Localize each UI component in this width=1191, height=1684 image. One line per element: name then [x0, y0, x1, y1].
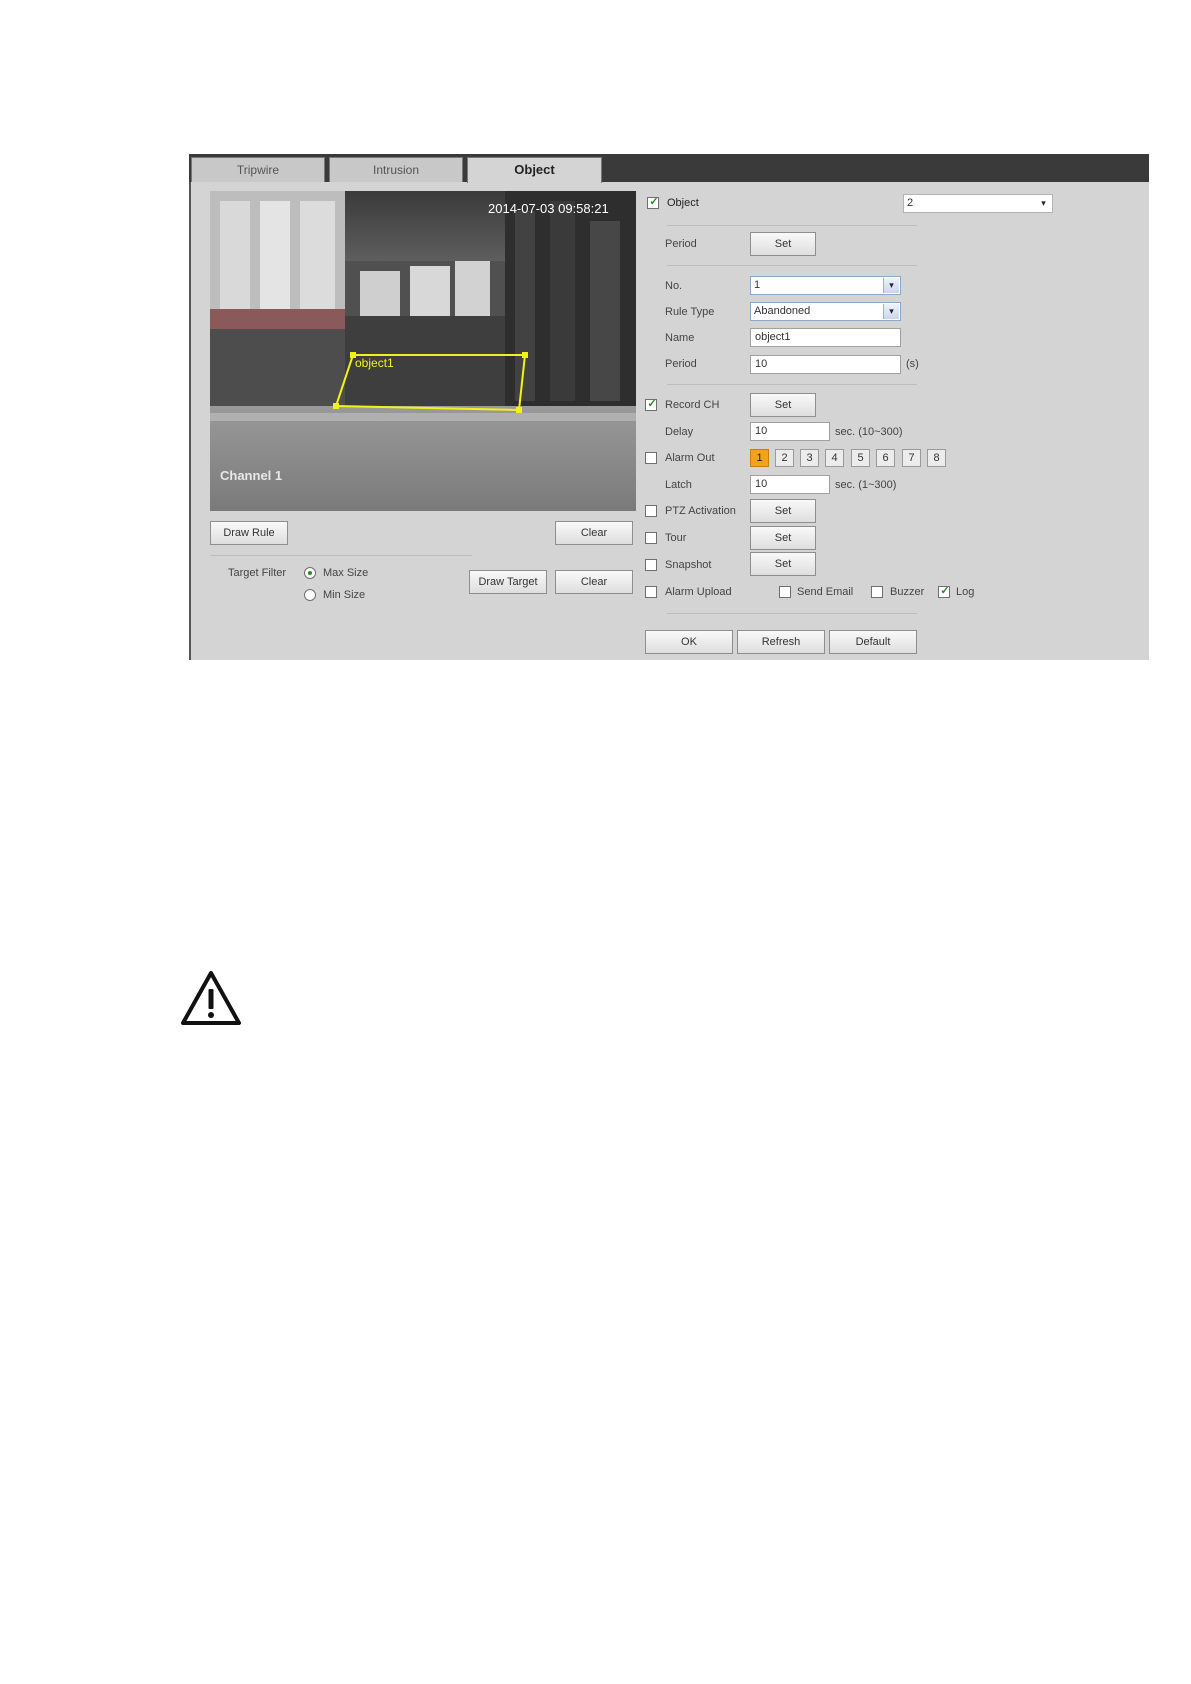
alarm-out-label: Alarm Out — [665, 452, 715, 464]
snapshot-set-button[interactable]: Set — [750, 552, 816, 576]
period-label: Period — [665, 358, 697, 370]
min-size-radio[interactable] — [304, 589, 316, 601]
max-size-radio[interactable] — [304, 567, 316, 579]
default-button[interactable]: Default — [829, 630, 917, 654]
ptz-activation-checkbox[interactable] — [645, 505, 657, 517]
alarm-upload-label: Alarm Upload — [665, 586, 732, 598]
log-checkbox[interactable]: ✓ — [938, 585, 950, 598]
draw-target-button[interactable]: Draw Target — [469, 570, 547, 594]
divider — [210, 555, 472, 556]
video-preview[interactable]: 2014-07-03 09:58:21 object1 Channel 1 — [210, 191, 636, 511]
tour-set-button[interactable]: Set — [750, 526, 816, 550]
delay-hint: sec. (10~300) — [835, 426, 903, 438]
divider — [667, 384, 917, 385]
camera-scene — [210, 191, 636, 511]
send-email-checkbox[interactable] — [779, 586, 791, 598]
object-select[interactable]: 2 ▾ — [903, 194, 1053, 213]
ptz-set-button[interactable]: Set — [750, 499, 816, 523]
log-label: Log — [956, 586, 975, 598]
no-label: No. — [665, 280, 683, 292]
alarm-out-channel-6[interactable]: 6 — [876, 449, 895, 467]
target-filter-label: Target Filter — [228, 567, 287, 579]
ptz-activation-label: PTZ Activation — [665, 505, 736, 517]
rule-type-select[interactable]: Abandoned ▾ — [750, 302, 901, 321]
rule-handle — [516, 407, 522, 413]
warning-triangle-icon — [180, 970, 242, 1026]
record-ch-checkbox[interactable]: ✓ — [645, 398, 657, 411]
alarm-out-channel-1[interactable]: 1 — [750, 449, 769, 467]
period-input[interactable]: 10 — [750, 355, 901, 374]
max-size-label: Max Size — [323, 567, 369, 579]
chevron-down-icon: ▾ — [1036, 196, 1051, 211]
alarm-out-channel-5[interactable]: 5 — [851, 449, 870, 467]
clear-rule-button[interactable]: Clear — [555, 521, 633, 545]
divider — [667, 265, 917, 266]
alarm-upload-checkbox[interactable] — [645, 586, 657, 598]
min-size-label: Min Size — [323, 589, 366, 601]
ok-button[interactable]: OK — [645, 630, 733, 654]
rule-handle — [333, 403, 339, 409]
alarm-out-channel-3[interactable]: 3 — [800, 449, 819, 467]
draw-rule-button[interactable]: Draw Rule — [210, 521, 288, 545]
chevron-down-icon: ▾ — [883, 304, 899, 319]
send-email-label: Send Email — [797, 586, 854, 598]
rule-type-label: Rule Type — [665, 306, 715, 318]
buzzer-checkbox[interactable] — [871, 586, 883, 598]
tour-checkbox[interactable] — [645, 532, 657, 544]
alarm-out-checkbox[interactable] — [645, 452, 657, 464]
buzzer-label: Buzzer — [890, 586, 925, 598]
alarm-out-channel-2[interactable]: 2 — [775, 449, 794, 467]
rule-handle — [522, 352, 528, 358]
period-set-button[interactable]: Set — [750, 232, 816, 256]
refresh-button[interactable]: Refresh — [737, 630, 825, 654]
tab-object[interactable]: Object — [467, 157, 602, 183]
latch-hint: sec. (1~300) — [835, 479, 897, 491]
name-input[interactable]: object1 — [750, 328, 901, 347]
latch-input[interactable]: 10 — [750, 475, 830, 494]
divider — [667, 225, 917, 226]
alarm-out-channel-8[interactable]: 8 — [927, 449, 946, 467]
snapshot-checkbox[interactable] — [645, 559, 657, 571]
delay-input[interactable]: 10 — [750, 422, 830, 441]
record-ch-label: Record CH — [665, 399, 720, 411]
object-label: Object — [667, 197, 699, 209]
video-timestamp: 2014-07-03 09:58:21 — [488, 201, 609, 216]
tour-label: Tour — [665, 532, 687, 544]
clear-target-button[interactable]: Clear — [555, 570, 633, 594]
snapshot-label: Snapshot — [665, 559, 712, 571]
channel-label: Channel 1 — [220, 468, 283, 483]
delay-label: Delay — [665, 426, 694, 438]
period-top-label: Period — [665, 238, 697, 250]
divider — [667, 613, 917, 614]
tab-tripwire[interactable]: Tripwire — [191, 157, 325, 182]
object-checkbox[interactable]: ✓ — [647, 196, 659, 209]
no-select[interactable]: 1 ▾ — [750, 276, 901, 295]
tab-intrusion[interactable]: Intrusion — [329, 157, 463, 182]
latch-label: Latch — [665, 479, 692, 491]
alarm-out-channel-4[interactable]: 4 — [825, 449, 844, 467]
period-unit: (s) — [906, 358, 919, 370]
rule-object-label: object1 — [355, 356, 394, 370]
name-label: Name — [665, 332, 695, 344]
chevron-down-icon: ▾ — [883, 278, 899, 293]
record-ch-set-button[interactable]: Set — [750, 393, 816, 417]
alarm-out-channel-7[interactable]: 7 — [902, 449, 921, 467]
